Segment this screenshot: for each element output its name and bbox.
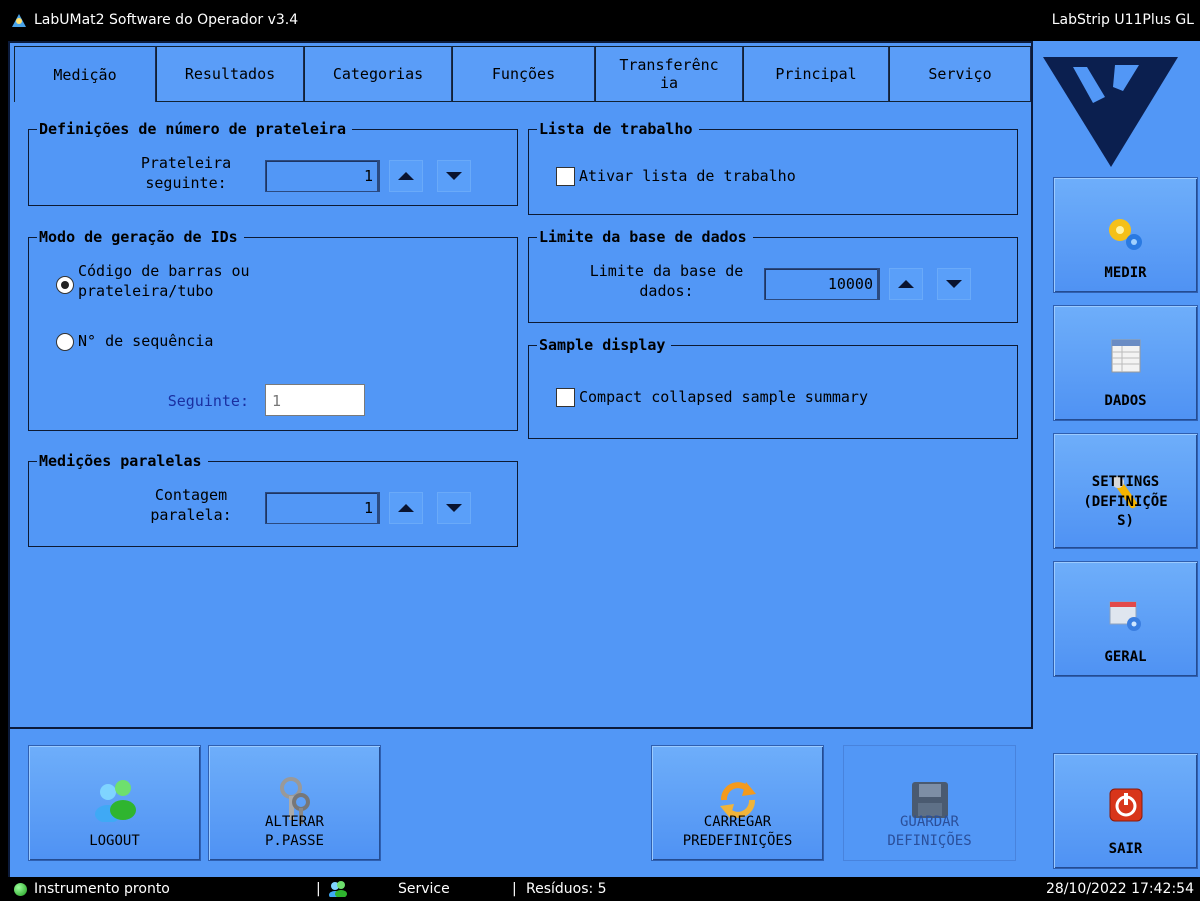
save-settings-label: GUARDAR DEFINIÇÕES [844, 813, 1015, 852]
user-icon [329, 881, 347, 897]
next-shelf-field[interactable]: 1 [265, 160, 380, 192]
separator: | [316, 881, 321, 897]
settings-label: SETTINGS (DEFINIÇÕE S) [1054, 473, 1197, 532]
change-password-line1: ALTERAR [264, 813, 324, 830]
arrow-up-icon [898, 280, 914, 288]
logout-button[interactable]: LOGOUT [28, 745, 201, 861]
db-limit-down-button[interactable] [937, 268, 971, 300]
data-label: DADOS [1104, 393, 1147, 410]
title-bar: LabUMat2 Software do Operador v3.4 LabSt… [0, 0, 1200, 41]
db-limit-label: Limite da base de dados: [589, 262, 744, 300]
window-title: LabUMat2 Software do Operador v3.4 [34, 12, 299, 28]
measure-button[interactable]: MEDIR [1053, 177, 1198, 293]
measure-label: MEDIR [1104, 265, 1147, 282]
arrow-up-icon [398, 504, 414, 512]
sample-group-title: Sample display [537, 336, 672, 354]
parallel-measurements-group: Medições paralelas Contagem paralela: 1 [28, 452, 518, 547]
settings-line2: (DEFINIÇÕE [1083, 493, 1168, 510]
gears-icon [1108, 219, 1142, 250]
tab-main[interactable]: Principal [743, 46, 889, 102]
users-icon [94, 780, 136, 822]
exit-label: SAIR [1108, 841, 1143, 858]
change-password-label: ALTERAR P.PASSE [209, 813, 380, 852]
next-shelf-label: Prateleira seguinte: [140, 154, 232, 192]
shelf-down-button[interactable] [437, 160, 471, 192]
settings-button[interactable]: SETTINGS (DEFINIÇÕE S) [1053, 433, 1198, 549]
general-settings-icon [1109, 601, 1141, 631]
datetime: 28/10/2022 17:42:54 [1045, 881, 1194, 897]
next-sequence-label: Seguinte: [167, 392, 249, 410]
shelf-up-button[interactable] [389, 160, 423, 192]
exit-button[interactable]: SAIR [1053, 753, 1198, 869]
database-limit-group: Limite da base de dados Limite da base d… [528, 228, 1018, 323]
tab-results[interactable]: Resultados [156, 46, 304, 102]
load-defaults-line2: PREDEFINIÇÕES [682, 833, 793, 850]
status-bar: Instrumento pronto | Service | Resíduos:… [0, 877, 1200, 901]
general-label: GERAL [1104, 649, 1147, 666]
main-panel: Medição Resultados Categorias Funções Tr… [8, 41, 1033, 729]
residues-count: Resíduos: 5 [526, 881, 607, 897]
parallel-count-label: Contagem paralela: [150, 486, 232, 524]
spreadsheet-icon [1111, 339, 1140, 373]
db-limit-field[interactable]: 10000 [764, 268, 880, 300]
sequence-option-label[interactable]: N° de sequência [78, 332, 278, 352]
parallel-up-button[interactable] [389, 492, 423, 524]
status-ready-icon [14, 883, 27, 896]
shelf-number-group: Definições de número de prateleira Prate… [28, 120, 518, 206]
worklist-checkbox[interactable] [556, 167, 575, 186]
load-defaults-button[interactable]: CARREGAR PREDEFINIÇÕES [651, 745, 824, 861]
settings-line1: SETTINGS [1091, 474, 1160, 491]
parallel-down-button[interactable] [437, 492, 471, 524]
status-text: Instrumento pronto [34, 881, 170, 897]
current-user: Service [398, 881, 450, 897]
save-settings-line1: GUARDAR [899, 813, 959, 830]
change-password-line2: P.PASSE [264, 833, 324, 850]
change-password-button[interactable]: ALTERAR P.PASSE [208, 745, 381, 861]
device-name: LabStrip U11Plus GL [1051, 12, 1194, 28]
right-navigation-panel: MEDIR DADOS SETTINGS (DEFINIÇÕE S) GERAL [1033, 41, 1200, 877]
power-icon [1109, 788, 1142, 822]
arrow-down-icon [446, 172, 462, 180]
db-group-title: Limite da base de dados [537, 228, 753, 246]
app-icon [12, 14, 26, 27]
logout-label: LOGOUT [89, 833, 140, 850]
sample-display-group: Sample display Compact collapsed sample … [528, 336, 1018, 439]
save-settings-button[interactable]: GUARDAR DEFINIÇÕES [843, 745, 1016, 861]
shelf-group-title: Definições de número de prateleira [37, 120, 353, 138]
barcode-option-label[interactable]: Código de barras ou prateleira/tubo [78, 262, 298, 301]
sequence-radio[interactable] [56, 333, 74, 351]
worklist-group-title: Lista de trabalho [537, 120, 699, 138]
separator: | [512, 881, 517, 897]
bottom-button-bar: LOGOUT ALTERAR P.PASSE CARREGAR PREDEFIN… [8, 729, 1033, 877]
id-group-title: Modo de geração de IDs [37, 228, 244, 246]
tab-transfer[interactable]: Transferênc ia [595, 46, 743, 102]
arrow-down-icon [446, 504, 462, 512]
data-button[interactable]: DADOS [1053, 305, 1198, 421]
parallel-group-title: Medições paralelas [37, 452, 208, 470]
tab-service[interactable]: Serviço [889, 46, 1031, 102]
compact-summary-checkbox[interactable] [556, 388, 575, 407]
worklist-checkbox-label[interactable]: Ativar lista de trabalho [579, 167, 939, 187]
tab-functions[interactable]: Funções [452, 46, 595, 102]
general-button[interactable]: GERAL [1053, 561, 1198, 677]
barcode-radio[interactable] [56, 276, 74, 294]
db-limit-up-button[interactable] [889, 268, 923, 300]
next-sequence-input[interactable]: 1 [265, 384, 365, 416]
settings-line3: S) [1117, 513, 1134, 530]
save-settings-line2: DEFINIÇÕES [887, 833, 972, 850]
tab-measurement[interactable]: Medição [14, 46, 156, 102]
company-logo [1043, 57, 1178, 167]
tab-categories[interactable]: Categorias [304, 46, 452, 102]
arrow-down-icon [946, 280, 962, 288]
load-defaults-line1: CARREGAR [703, 813, 772, 830]
arrow-up-icon [398, 172, 414, 180]
worklist-group: Lista de trabalho Ativar lista de trabal… [528, 120, 1018, 215]
compact-summary-label[interactable]: Compact collapsed sample summary [579, 388, 999, 408]
id-mode-group: Modo de geração de IDs Código de barras … [28, 228, 518, 431]
tab-bar: Medição Resultados Categorias Funções Tr… [14, 46, 1031, 102]
load-defaults-label: CARREGAR PREDEFINIÇÕES [652, 813, 823, 852]
parallel-count-field[interactable]: 1 [265, 492, 380, 524]
